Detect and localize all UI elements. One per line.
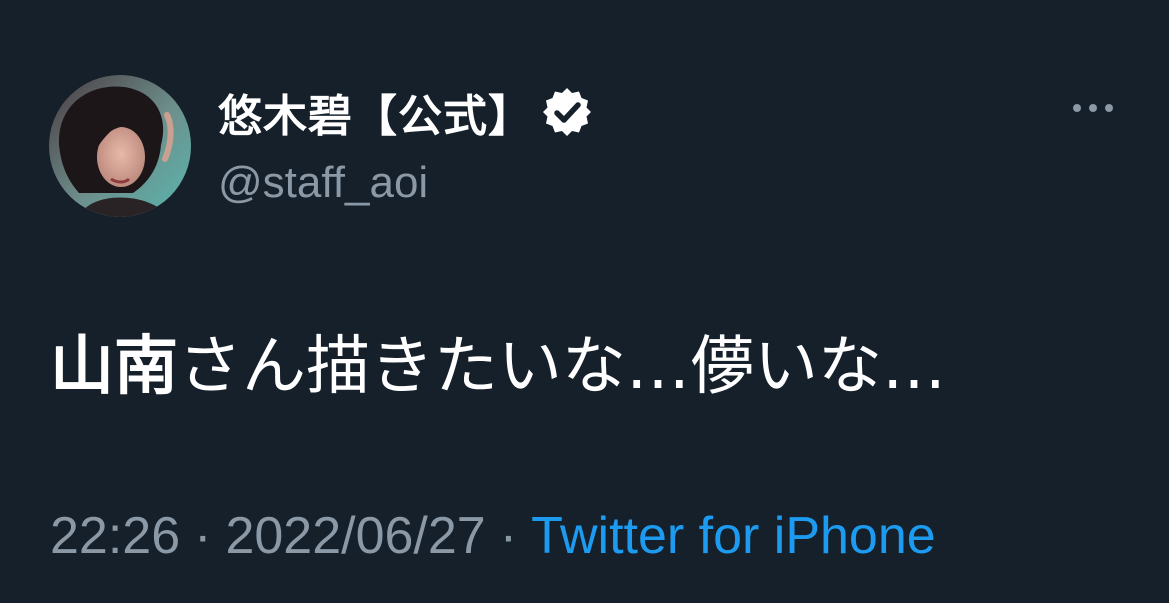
meta-separator: · [499, 507, 518, 565]
more-options-icon[interactable] [1066, 93, 1120, 123]
tweet-text-body: さん描きたいな…儚いな… [178, 330, 946, 404]
tweet-date[interactable]: 2022/06/27 [225, 507, 485, 565]
tweet-detail: 悠木碧【公式】 @staff_aoi 山南さん描きたいな…儚いな… 22:26 ·… [0, 0, 1169, 603]
author-handle[interactable]: @staff_aoi [218, 158, 428, 208]
avatar[interactable] [49, 75, 191, 217]
meta-separator: · [194, 507, 212, 565]
tweet-meta: 22:26 · 2022/06/27 · Twitter for iPhone [50, 500, 936, 572]
author-name-row[interactable]: 悠木碧【公式】 [218, 84, 595, 142]
verified-badge-icon [539, 84, 595, 140]
tweet-text: 山南さん描きたいな…儚いな… [50, 327, 946, 407]
tweet-source-link[interactable]: Twitter for iPhone [531, 507, 936, 565]
tweet-time[interactable]: 22:26 [50, 507, 180, 565]
author-display-name[interactable]: 悠木碧【公式】 [218, 80, 533, 144]
avatar-image [49, 75, 191, 217]
tweet-text-bold: 山南 [50, 330, 178, 404]
